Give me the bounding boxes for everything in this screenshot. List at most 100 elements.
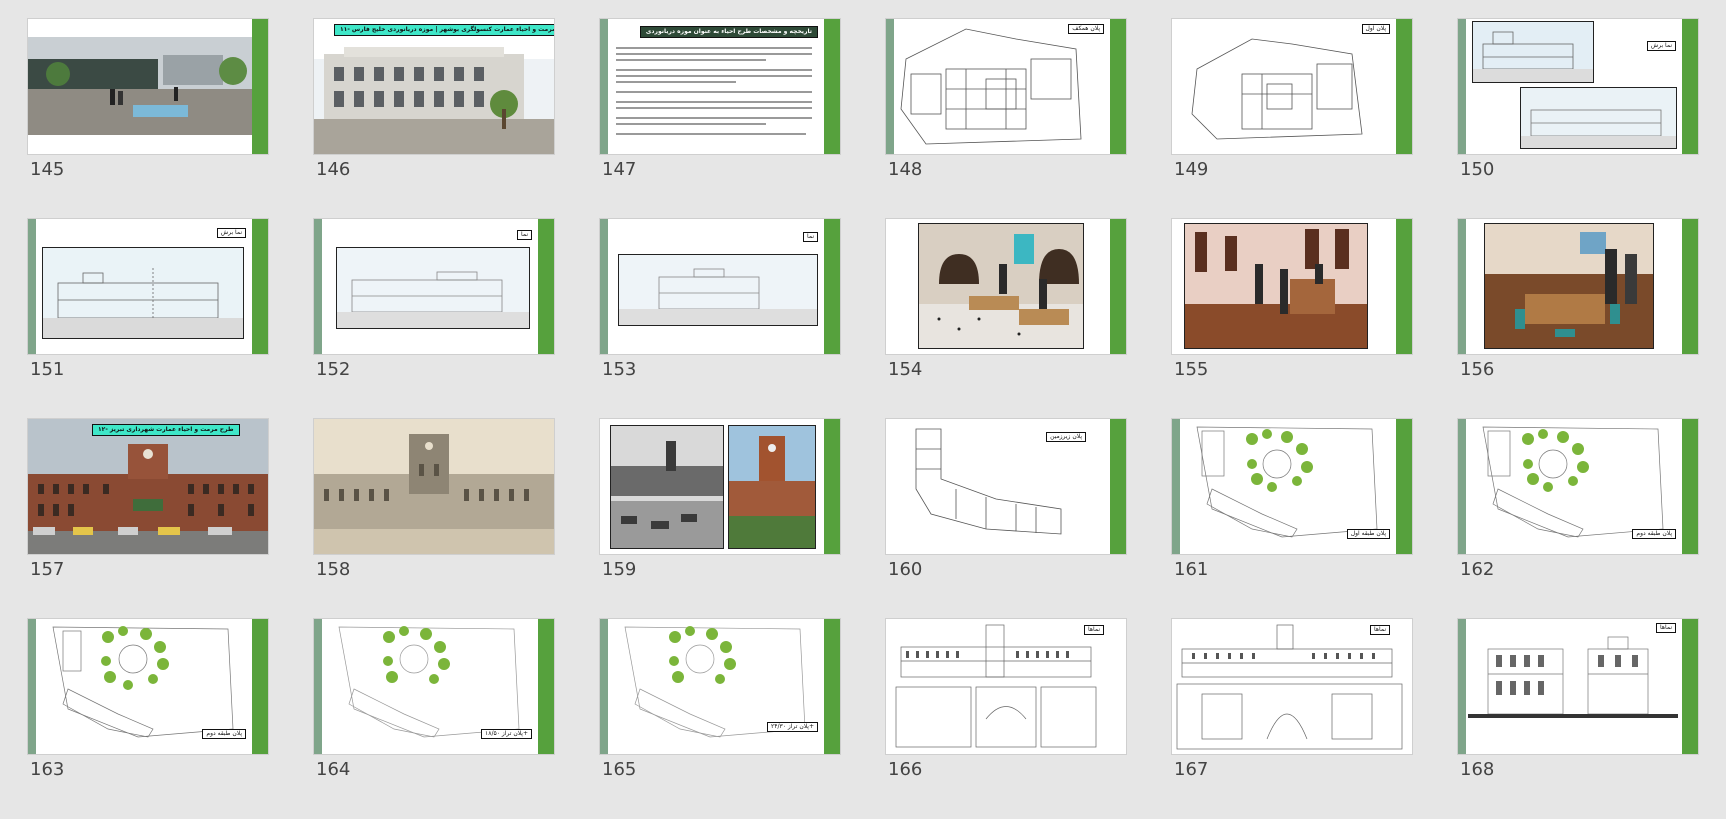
slide-number: 146 (316, 159, 351, 180)
slide-preview[interactable] (28, 19, 268, 154)
slide-preview[interactable]: پلان اول (1172, 19, 1412, 154)
slide-preview[interactable]: پلان طبقه اول (1172, 419, 1412, 554)
slide-thumbnail[interactable]: نما برش 150 (1458, 19, 1698, 219)
slide-preview[interactable]: پلان تراز ۱۸/۵۰+ (314, 619, 554, 754)
section-drawing (1520, 87, 1677, 149)
slide-label: نما برش (216, 228, 246, 238)
interior-render (1184, 223, 1368, 349)
slide-preview[interactable]: پلان همکف (886, 19, 1126, 154)
slide-title: ۱۱- طرح مرمت و احیاء عمارت کنسولگری بوشه… (334, 24, 554, 36)
site-plan-drawing (624, 626, 806, 738)
slide-number: 151 (30, 359, 65, 380)
interior-render (918, 223, 1084, 349)
slide-number: 166 (888, 759, 923, 780)
side-bar (314, 219, 322, 354)
slide-thumbnail[interactable]: 145 (28, 19, 268, 219)
slide-preview[interactable]: پلان تراز ۲۴/۳۰+ (600, 619, 840, 754)
slide-preview[interactable]: نما (314, 219, 554, 354)
slide-label: نماها (1370, 625, 1390, 635)
slide-preview[interactable]: پلان طبقه دوم (28, 619, 268, 754)
section-drawing (1472, 21, 1594, 83)
historic-photo (314, 419, 554, 554)
slide-label: نماها (1084, 625, 1104, 635)
slide-thumbnail[interactable]: 156 (1458, 219, 1698, 419)
accent-bar (1396, 219, 1412, 354)
slide-thumbnail[interactable]: تاریخچه و مشخصات طرح احیاء به عنوان موزه… (600, 19, 840, 219)
building-photo (728, 425, 816, 549)
slide-thumbnail[interactable]: نماها 167 (1172, 619, 1412, 819)
slide-preview[interactable]: تاریخچه و مشخصات طرح احیاء به عنوان موزه… (600, 19, 840, 154)
slide-number: 161 (1174, 559, 1209, 580)
accent-bar (1682, 19, 1698, 154)
slide-preview[interactable]: پلان طبقه دوم (1458, 419, 1698, 554)
slide-label: پلان زیرزمین (1046, 432, 1086, 442)
historic-photo (610, 425, 724, 549)
slide-number: 153 (602, 359, 637, 380)
slide-thumbnail[interactable]: پلان زیرزمین 160 (886, 419, 1126, 619)
plaza-photo (28, 19, 268, 154)
slide-preview[interactable]: نما (600, 219, 840, 354)
slide-label: پلان طبقه دوم (202, 729, 246, 739)
side-bar (1458, 219, 1466, 354)
slide-label: پلان تراز ۲۴/۳۰+ (767, 722, 818, 732)
slide-thumbnail[interactable]: 154 (886, 219, 1126, 419)
slide-number: 160 (888, 559, 923, 580)
slide-number: 158 (316, 559, 351, 580)
slide-number: 156 (1460, 359, 1495, 380)
slide-number: 159 (602, 559, 637, 580)
slide-number: 155 (1174, 359, 1209, 380)
slide-thumbnail[interactable]: نما 152 (314, 219, 554, 419)
slide-number: 163 (30, 759, 65, 780)
slide-thumbnail[interactable]: پلان اول 149 (1172, 19, 1412, 219)
accent-bar (824, 219, 840, 354)
slide-number: 162 (1460, 559, 1495, 580)
slide-thumbnail[interactable]: ۱۱- طرح مرمت و احیاء عمارت کنسولگری بوشه… (314, 19, 554, 219)
slide-thumbnail[interactable]: نماها 166 (886, 619, 1126, 819)
slide-thumbnail[interactable]: نما برش 151 (28, 219, 268, 419)
slide-thumbnail[interactable]: 155 (1172, 219, 1412, 419)
slide-thumbnail[interactable]: نما 153 (600, 219, 840, 419)
text-lines (616, 47, 812, 135)
slide-preview[interactable]: ۱۲- طرح مرمت و احیاء عمارت شهرداری تبریز (28, 419, 268, 554)
floor-plan-drawing (1191, 38, 1363, 140)
slide-thumbnail[interactable]: پلان همکف 148 (886, 19, 1126, 219)
slide-thumbnail[interactable]: پلان طبقه دوم 162 (1458, 419, 1698, 619)
slide-preview[interactable]: نماها (1172, 619, 1412, 754)
slide-label: پلان اول (1361, 24, 1390, 34)
slide-number: 164 (316, 759, 351, 780)
slide-preview[interactable] (600, 419, 840, 554)
slide-thumbnail[interactable]: ۱۲- طرح مرمت و احیاء عمارت شهرداری تبریز… (28, 419, 268, 619)
slide-preview[interactable] (886, 219, 1126, 354)
slide-preview[interactable]: پلان زیرزمین (886, 419, 1126, 554)
slide-thumbnail[interactable]: 158 (314, 419, 554, 619)
slide-label: نما (517, 230, 532, 240)
slide-label: نما برش (1646, 41, 1676, 51)
accent-bar (1110, 219, 1126, 354)
slide-number: 168 (1460, 759, 1495, 780)
slide-preview[interactable]: نماها (1458, 619, 1698, 754)
slide-preview[interactable] (1172, 219, 1412, 354)
building-photo (314, 19, 554, 154)
slide-preview[interactable]: نماها (886, 619, 1126, 754)
slide-preview[interactable] (314, 419, 554, 554)
slide-thumbnail[interactable]: پلان طبقه اول 161 (1172, 419, 1412, 619)
slide-thumbnail[interactable]: پلان طبقه دوم 163 (28, 619, 268, 819)
slide-preview[interactable] (1458, 219, 1698, 354)
slide-label: نماها (1656, 623, 1676, 633)
elevation-drawing (336, 247, 530, 329)
slide-number: 152 (316, 359, 351, 380)
slide-preview[interactable]: نما برش (1458, 19, 1698, 154)
slide-thumbnail[interactable]: نماها 168 (1458, 619, 1698, 819)
slide-number: 157 (30, 559, 65, 580)
accent-bar (538, 219, 554, 354)
side-bar (1458, 19, 1466, 154)
slide-number: 167 (1174, 759, 1209, 780)
slide-thumbnail[interactable]: 159 (600, 419, 840, 619)
slide-thumbnail[interactable]: پلان تراز ۱۸/۵۰+ 164 (314, 619, 554, 819)
slide-preview[interactable]: نما برش (28, 219, 268, 354)
facade-drawing (1172, 619, 1412, 754)
slide-preview[interactable]: ۱۱- طرح مرمت و احیاء عمارت کنسولگری بوشه… (314, 19, 554, 154)
slide-label: پلان تراز ۱۸/۵۰+ (481, 729, 532, 739)
slide-number: 147 (602, 159, 637, 180)
slide-thumbnail[interactable]: پلان تراز ۲۴/۳۰+ 165 (600, 619, 840, 819)
